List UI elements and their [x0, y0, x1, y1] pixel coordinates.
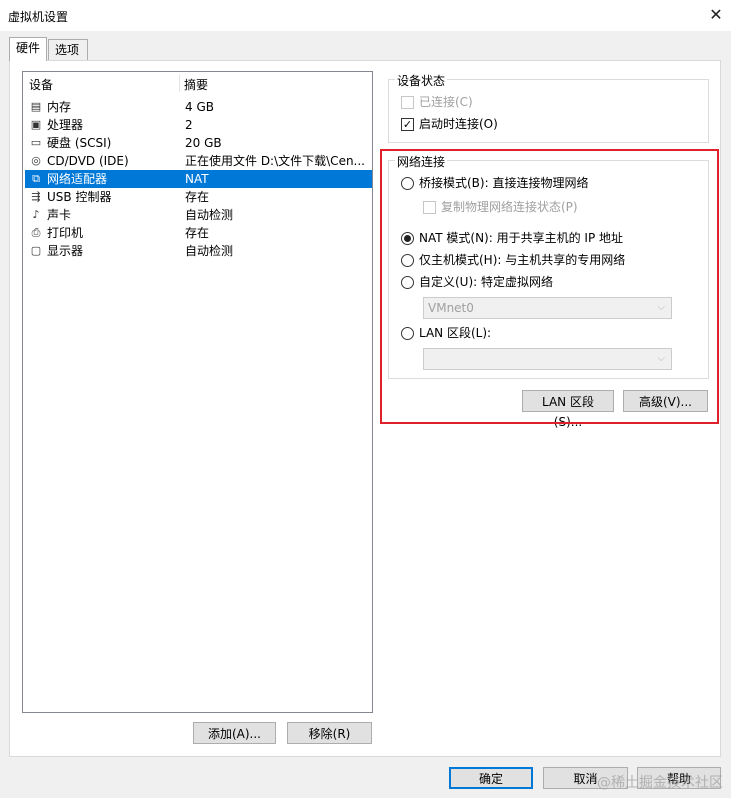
processor-icon: ▣: [30, 118, 42, 131]
bridged-label: 桥接模式(B): 直接连接物理网络: [419, 176, 589, 190]
connected-label: 已连接(C): [419, 95, 473, 109]
lan-segments-button[interactable]: LAN 区段(S)...: [522, 390, 614, 429]
device-status-group: 设备状态 已连接(C) ✓ 启动时连接(O): [388, 72, 709, 143]
title-bar: 虚拟机设置 ✕: [0, 0, 731, 31]
watermark: @稀土掘金技术社区: [597, 775, 723, 791]
device-summary: 自动检测: [185, 208, 234, 222]
add-button[interactable]: 添加(A)...: [193, 722, 276, 744]
column-header-summary[interactable]: 摘要: [184, 76, 208, 93]
device-name: 处理器: [47, 118, 84, 132]
device-summary: 存在: [185, 190, 210, 204]
device-row-display[interactable]: ▢ 显示器 自动检测: [25, 242, 372, 260]
device-name: 硬盘 (SCSI): [47, 136, 112, 150]
network-connection-group: 网络连接 桥接模式(B): 直接连接物理网络 复制物理网络连接状态(P) NAT…: [388, 153, 709, 379]
checkbox-box: [423, 201, 436, 214]
tab-options[interactable]: 选项: [48, 39, 88, 61]
usb-icon: ⇶: [31, 190, 41, 203]
device-name: USB 控制器: [47, 190, 112, 204]
device-name: 声卡: [47, 208, 72, 222]
lan-segment-label: LAN 区段(L):: [419, 326, 492, 340]
hard-disk-icon: ▭: [30, 136, 42, 149]
sound-icon: ♪: [32, 208, 40, 221]
device-row-usb[interactable]: ⇶ USB 控制器 存在: [25, 188, 372, 206]
checkbox-box: [401, 96, 414, 109]
ok-button[interactable]: 确定: [449, 767, 533, 789]
connect-at-power-on-label: 启动时连接(O): [419, 117, 498, 131]
device-list[interactable]: 设备 摘要 ▤ 内存 4 GB ▣ 处理器 2 ▭ 硬盘 (SCSI) 20 G…: [22, 71, 373, 713]
replicate-state-label: 复制物理网络连接状态(P): [441, 200, 578, 214]
host-only-label: 仅主机模式(H): 与主机共享的专用网络: [419, 253, 626, 267]
device-row-memory[interactable]: ▤ 内存 4 GB: [25, 98, 372, 116]
radio-circle-selected: [401, 232, 414, 245]
device-name: 打印机: [47, 226, 84, 240]
device-row-cd-dvd[interactable]: ◎ CD/DVD (IDE) 正在使用文件 D:\文件下载\Cen...: [25, 152, 372, 170]
custom-label: 自定义(U): 特定虚拟网络: [419, 275, 554, 289]
chevron-down-icon: ⌵: [657, 353, 665, 364]
device-summary: 存在: [185, 226, 210, 240]
cd-dvd-icon: ◎: [31, 154, 41, 167]
device-summary: 20 GB: [185, 136, 222, 150]
radio-circle: [401, 254, 414, 267]
display-icon: ▢: [30, 244, 42, 257]
device-name: 内存: [47, 100, 72, 114]
tab-hardware[interactable]: 硬件: [9, 37, 47, 61]
close-icon[interactable]: ✕: [701, 0, 731, 30]
column-header-device[interactable]: 设备: [29, 76, 53, 93]
custom-network-select[interactable]: VMnet0 ⌵: [423, 297, 672, 319]
list-header: 设备 摘要: [23, 72, 372, 94]
memory-icon: ▤: [30, 100, 42, 113]
device-summary: 4 GB: [185, 100, 214, 114]
device-summary: 自动检测: [185, 244, 234, 258]
device-row-processor[interactable]: ▣ 处理器 2: [25, 116, 372, 134]
checkmark-icon: ✓: [401, 118, 414, 131]
network-adapter-icon: ⧉: [32, 172, 40, 185]
device-name: 显示器: [47, 244, 84, 258]
device-status-title: 设备状态: [395, 72, 448, 89]
chevron-down-icon: ⌵: [657, 302, 665, 313]
device-row-sound[interactable]: ♪ 声卡 自动检测: [25, 206, 372, 224]
network-connection-title: 网络连接: [395, 153, 448, 170]
remove-button[interactable]: 移除(R): [287, 722, 372, 744]
device-row-network-adapter[interactable]: ⧉ 网络适配器 NAT: [25, 170, 372, 188]
column-separator[interactable]: [179, 74, 180, 92]
radio-circle: [401, 276, 414, 289]
device-row-printer[interactable]: ⎙ 打印机 存在: [25, 224, 372, 242]
device-row-hard-disk[interactable]: ▭ 硬盘 (SCSI) 20 GB: [25, 134, 372, 152]
advanced-button[interactable]: 高级(V)...: [623, 390, 708, 412]
nat-label: NAT 模式(N): 用于共享主机的 IP 地址: [419, 231, 624, 245]
printer-icon: ⎙: [31, 226, 41, 239]
device-summary: 正在使用文件 D:\文件下载\Cen...: [185, 154, 365, 168]
lan-segment-select[interactable]: ⌵: [423, 348, 672, 370]
window-title: 虚拟机设置: [8, 10, 69, 24]
device-name: 网络适配器: [47, 172, 108, 186]
radio-circle: [401, 327, 414, 340]
radio-circle: [401, 177, 414, 190]
custom-network-value: VMnet0: [428, 301, 474, 315]
device-name: CD/DVD (IDE): [47, 154, 129, 168]
device-summary: NAT: [185, 172, 209, 186]
device-summary: 2: [185, 118, 193, 132]
